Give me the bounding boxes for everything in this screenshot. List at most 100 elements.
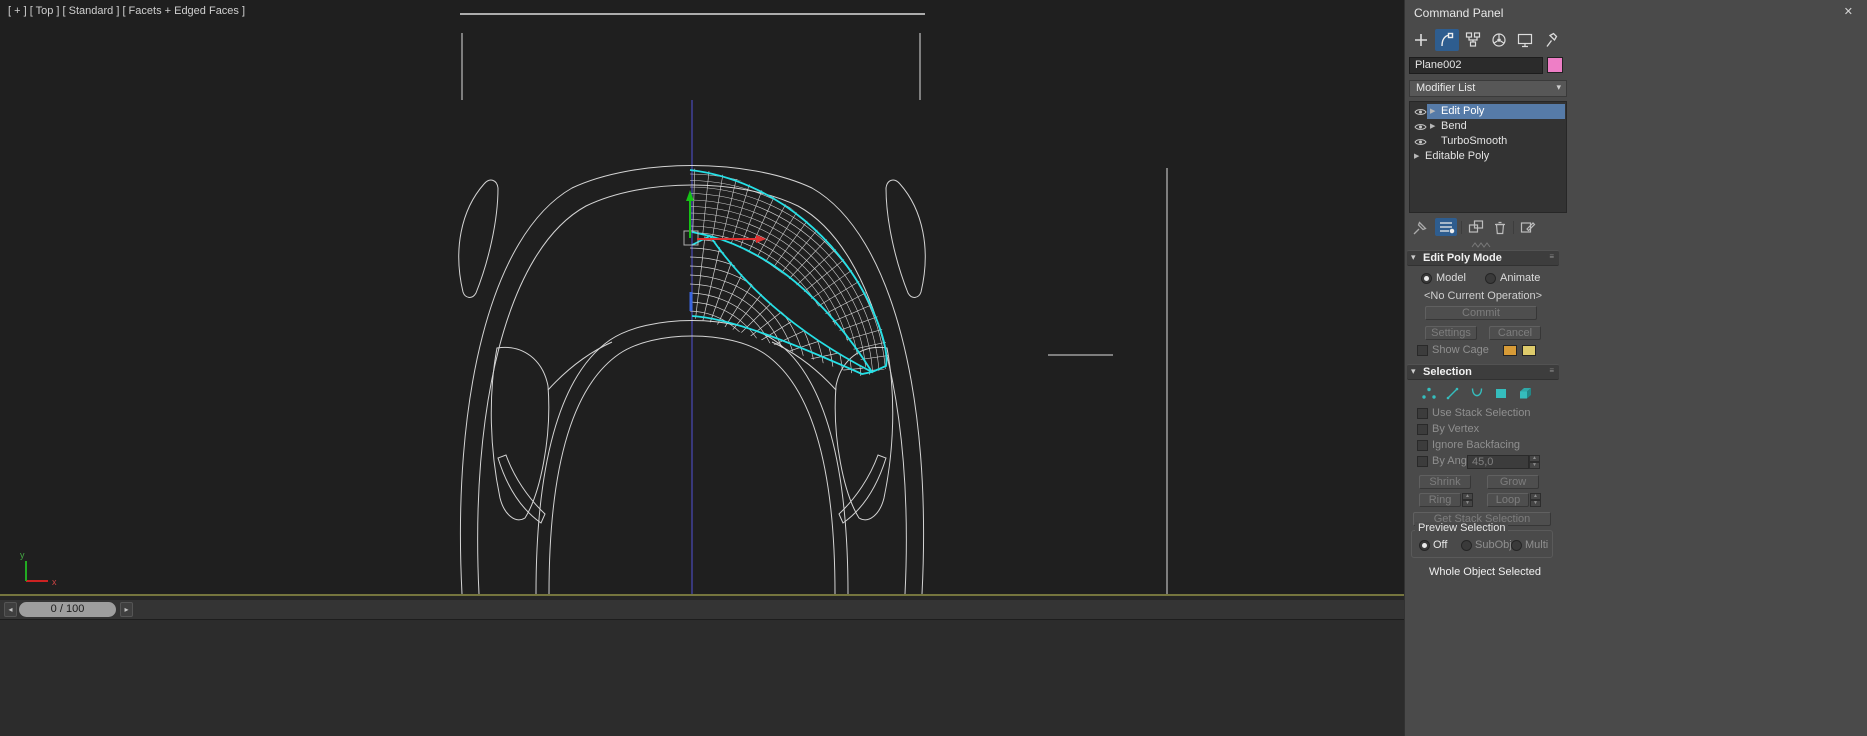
time-slider-handle[interactable]: 0 / 100: [19, 602, 116, 617]
preview-off-radio[interactable]: [1419, 540, 1430, 551]
gizmo-y-arrow[interactable]: [686, 190, 694, 201]
edge-subobject-icon[interactable]: [1443, 384, 1463, 401]
by-angle-spinner[interactable]: ▲ ▼: [1529, 455, 1540, 469]
preview-multi-label[interactable]: Multi: [1525, 539, 1548, 551]
spinner-up-icon[interactable]: ▲: [1529, 455, 1540, 462]
configure-modifier-sets-icon[interactable]: [1517, 218, 1539, 236]
spinner-down-icon[interactable]: ▼: [1529, 462, 1540, 469]
use-stack-selection-label: Use Stack Selection: [1432, 407, 1531, 419]
current-operation-label: <No Current Operation>: [1423, 290, 1542, 302]
viewport-label[interactable]: [ + ] [ Top ] [ Standard ] [ Facets + Ed…: [8, 5, 245, 17]
modifier-stack-list[interactable]: ▶ Edit Poly ▶ Bend TurboSmooth ▶ Editabl…: [1409, 101, 1567, 213]
preview-off-label[interactable]: Off: [1433, 539, 1447, 551]
chevron-down-icon: ▾: [1556, 82, 1561, 92]
rollout-header-edit-poly-mode[interactable]: ▾ Edit Poly Mode ≡: [1407, 250, 1559, 266]
stack-item-label: Bend: [1441, 120, 1467, 132]
commit-button[interactable]: Commit: [1425, 306, 1537, 320]
grow-button[interactable]: Grow: [1487, 475, 1539, 489]
stack-item-label: TurboSmooth: [1441, 135, 1508, 147]
plane-edges: [460, 13, 1168, 594]
create-tab-icon[interactable]: [1409, 29, 1433, 51]
visibility-eye-icon[interactable]: [1414, 122, 1427, 132]
radio-animate-label[interactable]: Animate: [1500, 272, 1540, 284]
spinner-down-icon[interactable]: ▼: [1462, 500, 1473, 507]
time-slider-bar[interactable]: ◂ 0 / 100 ▸: [0, 600, 1404, 620]
ring-spinner[interactable]: ▲ ▼: [1462, 493, 1473, 507]
preview-subobj-label[interactable]: SubObj: [1475, 539, 1512, 551]
viewport-top[interactable]: x y [ + ] [ Top ] [ Standard ] [ Facets …: [0, 0, 1404, 594]
visibility-eye-icon[interactable]: [1414, 137, 1427, 147]
loop-button[interactable]: Loop: [1487, 493, 1529, 507]
utilities-tab-icon[interactable]: [1539, 29, 1563, 51]
divider: [1461, 221, 1462, 234]
stack-item-label: Editable Poly: [1425, 150, 1490, 162]
by-angle-checkbox[interactable]: [1417, 456, 1428, 467]
modifier-stack-item-edit-poly[interactable]: ▶ Edit Poly: [1410, 104, 1566, 119]
world-axis-tripod: x y: [20, 550, 57, 587]
cage-color-swatch-1[interactable]: [1503, 345, 1517, 356]
modifier-list-dropdown[interactable]: Modifier List ▾: [1409, 80, 1567, 97]
rollout-arrow-icon: ▾: [1411, 366, 1416, 376]
spinner-up-icon[interactable]: ▲: [1530, 493, 1541, 500]
expand-arrow-icon[interactable]: ▶: [1430, 122, 1435, 130]
preview-selection-title: Preview Selection: [1415, 522, 1509, 534]
radio-animate[interactable]: [1485, 273, 1496, 284]
element-subobject-icon[interactable]: [1515, 384, 1535, 401]
modifier-stack-item-turbosmooth[interactable]: TurboSmooth: [1410, 134, 1566, 149]
pin-stack-icon[interactable]: [1409, 218, 1431, 236]
settings-button[interactable]: Settings: [1425, 326, 1477, 340]
make-unique-icon[interactable]: [1465, 218, 1487, 236]
expand-arrow-icon[interactable]: ▶: [1430, 107, 1435, 115]
preview-subobj-radio[interactable]: [1461, 540, 1472, 551]
expand-arrow-icon[interactable]: ▶: [1414, 152, 1419, 160]
motion-tab-icon[interactable]: [1487, 29, 1511, 51]
radio-model[interactable]: [1421, 273, 1432, 284]
loop-spinner[interactable]: ▲ ▼: [1530, 493, 1541, 507]
cage-color-swatch-2[interactable]: [1522, 345, 1536, 356]
spinner-up-icon[interactable]: ▲: [1462, 493, 1473, 500]
display-tab-icon[interactable]: [1513, 29, 1537, 51]
show-cage-checkbox[interactable]: [1417, 345, 1428, 356]
preview-multi-radio[interactable]: [1511, 540, 1522, 551]
object-color-swatch[interactable]: [1547, 57, 1563, 73]
ring-button[interactable]: Ring: [1419, 493, 1461, 507]
command-panel-title: Command Panel: [1414, 6, 1504, 20]
previous-frame-button[interactable]: ◂: [4, 602, 17, 617]
vertex-subobject-icon[interactable]: [1419, 384, 1439, 401]
divider: [1513, 221, 1514, 234]
modify-tab-icon[interactable]: [1435, 29, 1459, 51]
by-vertex-label: By Vertex: [1432, 423, 1480, 435]
use-stack-selection-checkbox[interactable]: [1417, 408, 1428, 419]
modifier-stack-item-editable-poly[interactable]: ▶ Editable Poly: [1410, 149, 1566, 164]
object-name-input[interactable]: Plane002: [1409, 57, 1543, 74]
show-end-result-icon[interactable]: [1435, 218, 1457, 236]
polygon-subobject-icon[interactable]: [1491, 384, 1511, 401]
spinner-down-icon[interactable]: ▼: [1530, 500, 1541, 507]
cancel-button[interactable]: Cancel: [1489, 326, 1541, 340]
command-panel: Command Panel ✕ Plane002 Modifier List ▾…: [1404, 0, 1867, 736]
rollout-arrow-icon: ▾: [1411, 252, 1416, 262]
rollout-scroll-grip: [1471, 242, 1491, 248]
hierarchy-tab-icon[interactable]: [1461, 29, 1485, 51]
next-frame-button[interactable]: ▸: [120, 602, 133, 617]
show-cage-label: Show Cage: [1432, 344, 1489, 356]
shrink-button[interactable]: Shrink: [1419, 475, 1471, 489]
rollout-header-selection[interactable]: ▾ Selection ≡: [1407, 364, 1559, 380]
modifier-list-label: Modifier List: [1416, 82, 1476, 94]
modifier-stack-item-bend[interactable]: ▶ Bend: [1410, 119, 1566, 134]
radio-model-label[interactable]: Model: [1436, 272, 1466, 284]
selection-status-label: Whole Object Selected: [1429, 566, 1541, 578]
visibility-eye-icon[interactable]: [1414, 107, 1427, 117]
border-subobject-icon[interactable]: [1467, 384, 1487, 401]
track-bar-area: [0, 620, 1404, 736]
grip-icon: ≡: [1549, 366, 1554, 375]
close-icon[interactable]: ✕: [1844, 5, 1853, 18]
transform-gizmo[interactable]: [683, 190, 766, 311]
remove-modifier-icon[interactable]: [1489, 218, 1511, 236]
wireframe-canvas[interactable]: x y: [0, 0, 1404, 594]
axis-y-label: y: [20, 550, 25, 560]
by-angle-value-field[interactable]: 45,0: [1467, 455, 1529, 469]
by-vertex-checkbox[interactable]: [1417, 424, 1428, 435]
axis-x-label: x: [52, 577, 57, 587]
ignore-backfacing-checkbox[interactable]: [1417, 440, 1428, 451]
